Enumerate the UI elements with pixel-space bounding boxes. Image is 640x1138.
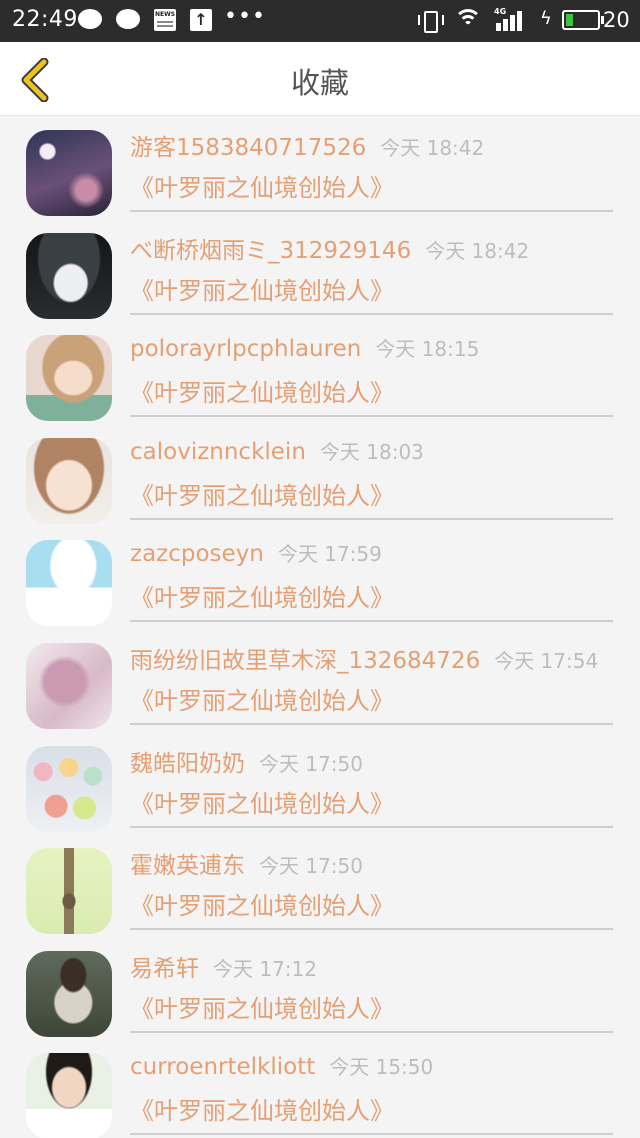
battery-level: 20 (603, 8, 630, 32)
favorite-item[interactable]: 霍嫩英逋东 今天 17:50 《叶罗丽之仙境创始人》 (0, 794, 640, 935)
user-name[interactable]: zazcposeyn (130, 541, 264, 567)
book-title[interactable]: 《叶罗丽之仙境创始人》 (130, 1091, 394, 1126)
user-avatar[interactable] (26, 1053, 112, 1138)
user-name[interactable]: べ断桥烟雨ミ_312929146 (130, 238, 411, 264)
favorite-time: 今天 15:50 (329, 1055, 434, 1080)
status-time: 22:49 (12, 7, 78, 32)
favorite-item[interactable]: curroenrtelkliott 今天 15:50 《叶罗丽之仙境创始人》 (0, 999, 640, 1138)
message-bubble-icon (78, 9, 102, 29)
favorite-time: 今天 17:54 (494, 648, 599, 673)
favorite-item[interactable]: べ断桥烟雨ミ_312929146 今天 18:42 《叶罗丽之仙境创始人》 (0, 179, 640, 319)
user-name[interactable]: 易希轩 (130, 956, 199, 982)
favorite-time: 今天 17:59 (277, 542, 382, 567)
favorite-item[interactable]: 易希轩 今天 17:12 《叶罗丽之仙境创始人》 (0, 897, 640, 1037)
favorite-item[interactable]: zazcposeyn 今天 17:59 《叶罗丽之仙境创始人》 (0, 486, 640, 627)
battery-icon (562, 10, 604, 30)
user-name[interactable]: polorayrlpcphlauren (130, 336, 361, 362)
favorite-time: 今天 17:50 (259, 854, 363, 879)
user-name[interactable]: 霍嫩英逋东 (130, 853, 245, 879)
favorite-time: 今天 18:03 (319, 439, 424, 464)
message-bubble-icon (116, 9, 140, 29)
cell-signal-icon: 4G (494, 7, 528, 31)
row-divider (130, 1133, 613, 1136)
news-icon: NEWS (154, 9, 176, 31)
favorite-item[interactable]: 雨纷纷旧故里草木深_132684726 今天 17:54 《叶罗丽之仙境创始人》 (0, 589, 640, 729)
page-title: 收藏 (290, 66, 349, 100)
favorite-item[interactable]: 游客1583840717526 今天 18:42 《叶罗丽之仙境创始人》 (0, 116, 640, 216)
favorite-time: 今天 18:42 (380, 136, 485, 160)
charging-icon: ϟ (540, 8, 552, 29)
app-header: 收藏 (0, 42, 640, 116)
wifi-icon (454, 9, 482, 31)
favorite-item[interactable]: 魏皓阳奶奶 今天 17:50 《叶罗丽之仙境创始人》 (0, 692, 640, 832)
favorite-time: 今天 17:50 (259, 751, 363, 776)
upload-icon: ↑ (190, 9, 212, 31)
favorite-item[interactable]: caloviznncklein 今天 18:03 《叶罗丽之仙境创始人》 (0, 384, 640, 524)
user-name[interactable]: curroenrtelkliott (130, 1054, 315, 1080)
favorite-item[interactable]: polorayrlpcphlauren 今天 18:15 《叶罗丽之仙境创始人》 (0, 281, 640, 422)
user-name[interactable]: caloviznncklein (130, 439, 306, 465)
favorite-time: 今天 18:42 (425, 238, 530, 263)
favorite-time: 今天 17:12 (213, 956, 317, 981)
user-name[interactable]: 魏皓阳奶奶 (130, 751, 245, 777)
user-name[interactable]: 游客1583840717526 (130, 135, 366, 161)
vibrate-icon (418, 9, 444, 33)
more-notifications-icon: ••• (224, 4, 266, 29)
status-bar: 22:49 NEWS ↑ ••• 4G ϟ 20 (0, 0, 640, 42)
user-name[interactable]: 雨纷纷旧故里草木深_132684726 (130, 648, 480, 674)
favorites-list[interactable]: 游客1583840717526 今天 18:42 《叶罗丽之仙境创始人》 べ断桥烟… (0, 116, 640, 1138)
favorite-time: 今天 18:15 (375, 337, 480, 362)
